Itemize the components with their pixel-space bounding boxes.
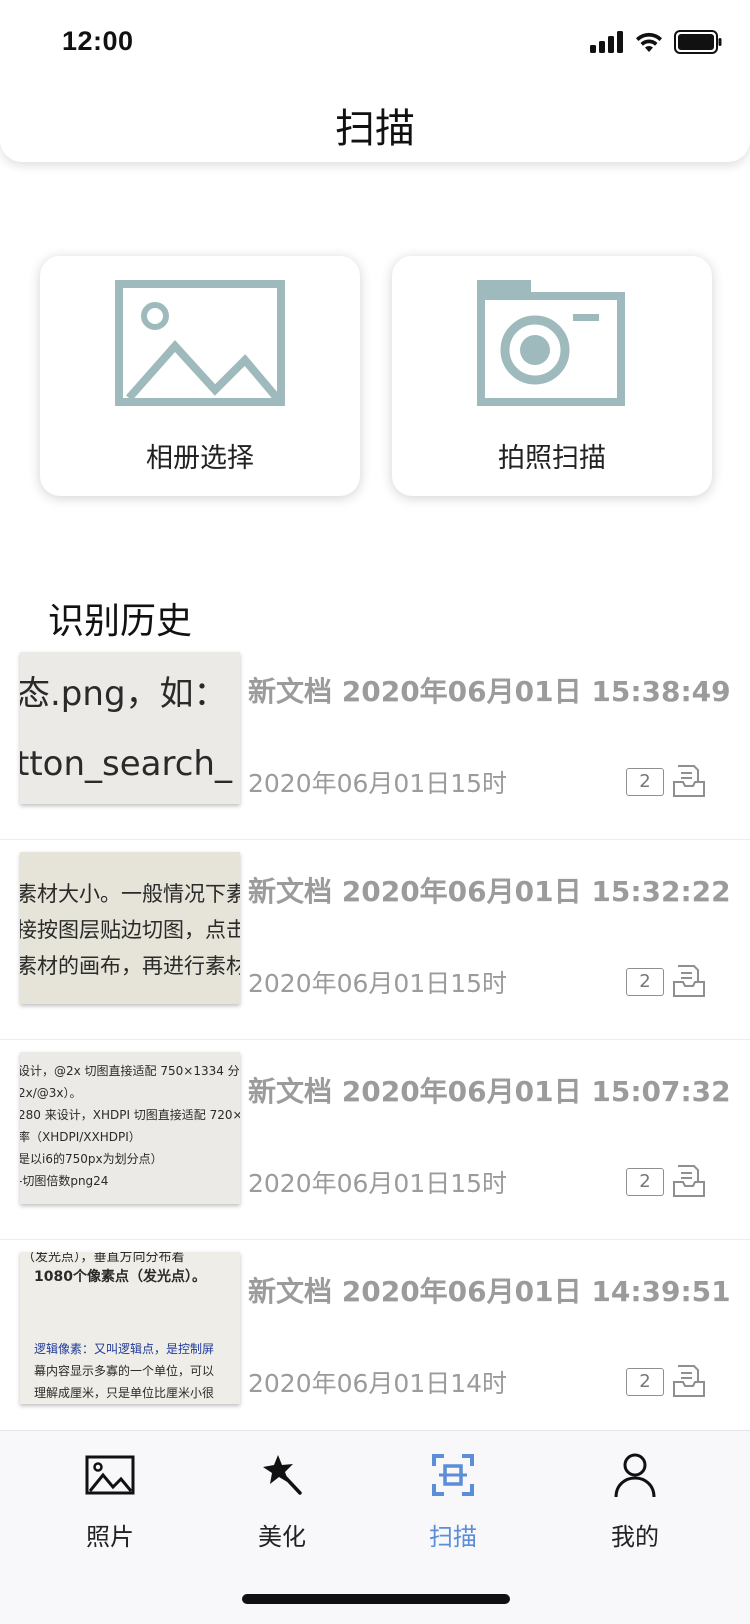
history-item-time: 2020年06月01日15时 xyxy=(248,769,508,798)
thumbnail-text: （发光点），垂直方向分布着 xyxy=(22,1252,185,1265)
camera-icon xyxy=(392,280,712,408)
tab-label: 照片 xyxy=(86,1523,134,1551)
history-item[interactable]: 设计，@2x 切图直接适配 750×1334 分 2x/@3x）。 280 来设… xyxy=(0,1040,750,1240)
history-item[interactable]: 态.png，如： tton_search_ 新文档 2020年06月01日 15… xyxy=(0,640,750,840)
magic-wand-icon xyxy=(222,1445,342,1505)
thumbnail-text: 素材大小。一般情况下素 xyxy=(20,882,240,906)
camera-scan-card[interactable]: 拍照扫描 xyxy=(392,256,712,496)
thumbnail-text: 理解成厘米，只是单位比厘米小很 xyxy=(34,1386,215,1400)
tab-label: 扫描 xyxy=(429,1523,477,1551)
status-bar: 12:00 xyxy=(0,0,750,88)
history-item-time: 2020年06月01日15时 xyxy=(248,1169,508,1198)
thumbnail-text: 2x/@3x）。 xyxy=(20,1086,82,1100)
camera-scan-label: 拍照扫描 xyxy=(498,443,606,474)
history-item-title: 新文档 2020年06月01日 14:39:51 xyxy=(248,1275,731,1308)
history-item-time: 2020年06月01日15时 xyxy=(248,969,508,998)
history-item-title: 新文档 2020年06月01日 15:32:22 xyxy=(248,875,731,908)
thumbnail-text: 280 来设计，XHDPI 切图直接适配 720× xyxy=(20,1108,240,1122)
user-icon xyxy=(575,1445,695,1505)
thumbnail-text: 设计，@2x 切图直接适配 750×1334 分 xyxy=(20,1064,240,1078)
thumbnail-text: 率（XHDPI/XXHDPI） xyxy=(20,1130,141,1144)
document-thumbnail: （发光点），垂直方向分布着 1080个像素点（发光点）。 逻辑像素：又叫逻辑点，… xyxy=(20,1252,240,1404)
album-select-label: 相册选择 xyxy=(146,443,254,474)
status-icons xyxy=(590,30,722,54)
thumbnail-text: 1080个像素点（发光点）。 xyxy=(34,1269,206,1285)
tab-label: 我的 xyxy=(611,1523,659,1551)
inbox-icon[interactable] xyxy=(672,1364,706,1398)
scan-icon xyxy=(393,1445,513,1505)
history-item-title: 新文档 2020年06月01日 15:38:49 xyxy=(248,675,731,708)
home-indicator xyxy=(242,1594,510,1604)
inbox-icon[interactable] xyxy=(672,1164,706,1198)
history-section-title: 识别历史 xyxy=(48,601,193,642)
wifi-icon xyxy=(636,32,662,52)
history-item[interactable]: 素材大小。一般情况下素 接按图层贴边切图，点击 素材的画布，再进行素材 新文档 … xyxy=(0,840,750,1040)
image-icon xyxy=(40,280,360,408)
tab-scan[interactable]: 扫描 xyxy=(393,1445,513,1552)
page-count-badge: 2 xyxy=(626,1368,664,1396)
thumbnail-text: -切图倍数png24 xyxy=(20,1174,109,1188)
page-count-badge: 2 xyxy=(626,768,664,796)
history-list: 态.png，如： tton_search_ 新文档 2020年06月01日 15… xyxy=(0,640,750,1440)
history-item[interactable]: （发光点），垂直方向分布着 1080个像素点（发光点）。 逻辑像素：又叫逻辑点，… xyxy=(0,1240,750,1440)
document-thumbnail: 素材大小。一般情况下素 接按图层贴边切图，点击 素材的画布，再进行素材 xyxy=(20,852,240,1004)
page-count-badge: 2 xyxy=(626,968,664,996)
thumbnail-text: 是以i6的750px为划分点） xyxy=(20,1152,163,1166)
tab-label: 美化 xyxy=(258,1523,306,1551)
signal-icon xyxy=(590,31,623,53)
document-thumbnail: 设计，@2x 切图直接适配 750×1334 分 2x/@3x）。 280 来设… xyxy=(20,1052,240,1204)
document-thumbnail: 态.png，如： tton_search_ xyxy=(20,652,240,804)
thumbnail-text: 逻辑像素：又叫逻辑点，是控制屏 xyxy=(34,1342,215,1356)
thumbnail-text: 幕内容显示多寡的一个单位，可以 xyxy=(34,1364,215,1378)
inbox-icon[interactable] xyxy=(672,964,706,998)
thumbnail-text: tton_search_ xyxy=(20,744,232,784)
page-count-badge: 2 xyxy=(626,1168,664,1196)
battery-icon xyxy=(674,30,722,54)
album-select-card[interactable]: 相册选择 xyxy=(40,256,360,496)
history-item-time: 2020年06月01日14时 xyxy=(248,1369,508,1398)
thumbnail-text: 态.png，如： xyxy=(20,674,228,714)
tab-profile[interactable]: 我的 xyxy=(575,1445,695,1552)
thumbnail-text: 素材的画布，再进行素材 xyxy=(20,954,240,978)
history-item-title: 新文档 2020年06月01日 15:07:32 xyxy=(248,1075,731,1108)
tab-beautify[interactable]: 美化 xyxy=(222,1445,342,1552)
status-time: 12:00 xyxy=(62,26,134,56)
thumbnail-text: 接按图层贴边切图，点击 xyxy=(20,918,240,942)
photo-icon xyxy=(50,1445,170,1505)
page-title: 扫描 xyxy=(335,106,415,152)
tab-photos[interactable]: 照片 xyxy=(50,1445,170,1552)
inbox-icon[interactable] xyxy=(672,764,706,798)
